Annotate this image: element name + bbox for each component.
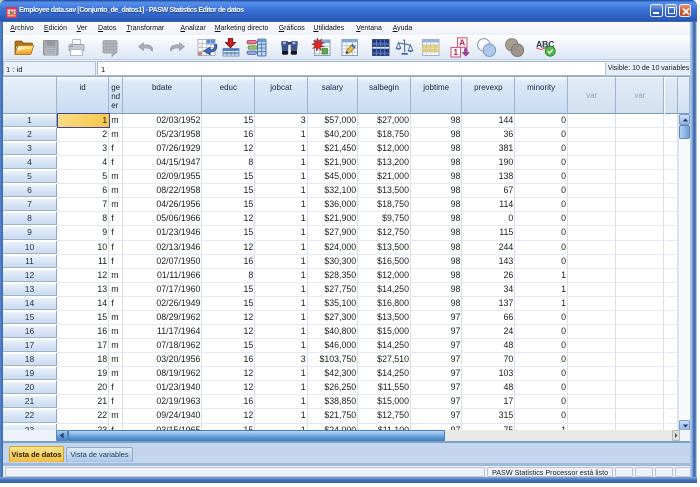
svg-text:A: A	[459, 37, 465, 47]
svg-text:1: 1	[453, 47, 458, 57]
